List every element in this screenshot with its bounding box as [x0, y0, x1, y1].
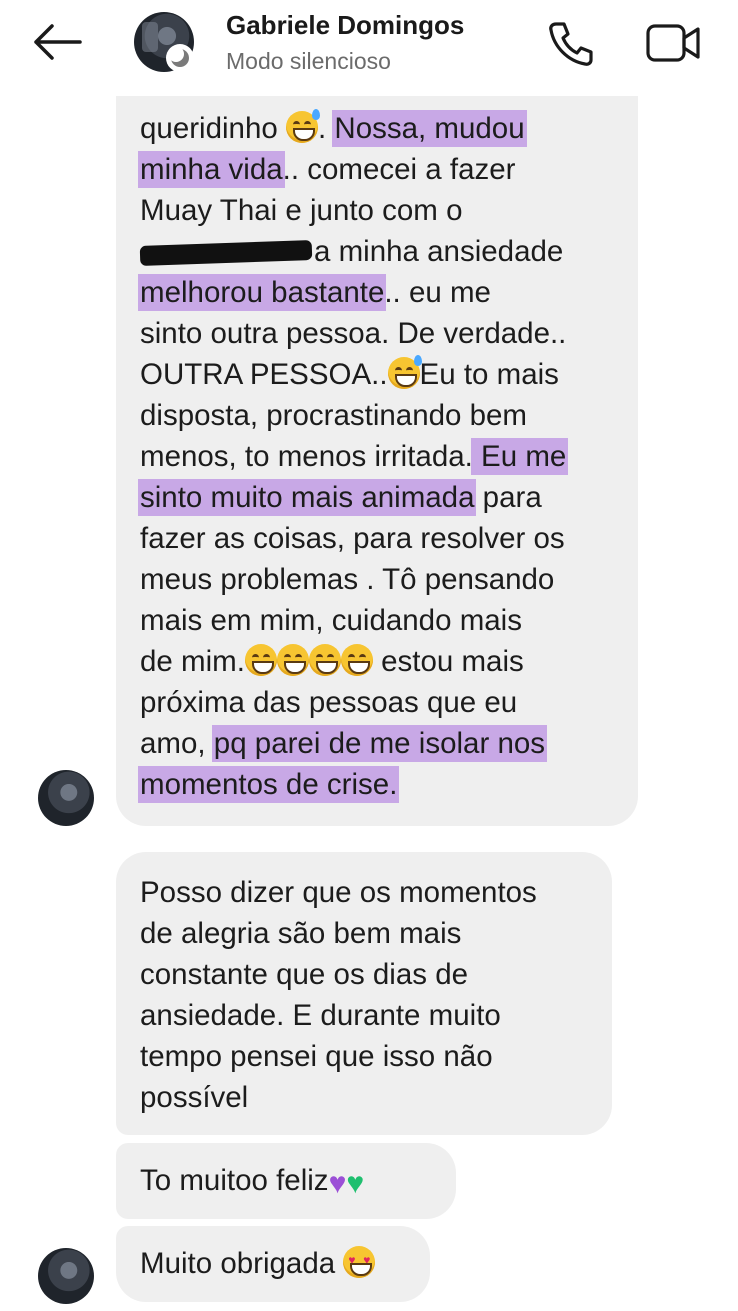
- message-text-segment: disposta, procrastinando bem: [140, 399, 528, 432]
- message-text: queridinho . Nossa, mudou minha vida.. co…: [139, 108, 630, 805]
- message-line: próxima das pessoas que eu: [140, 682, 630, 723]
- message-line: meus problemas . Tô pensando: [140, 559, 630, 600]
- message-text-segment: menos, to menos irritada.: [140, 440, 473, 473]
- grinning-sweat-emoji-icon: [387, 355, 422, 389]
- message-line: disposta, procrastinando bem: [140, 395, 630, 436]
- grin-emoji-icon: [340, 644, 373, 676]
- highlighted-text: sinto muito mais animada: [140, 481, 475, 514]
- message-text-segment: sinto outra pessoa. De verdade..: [140, 317, 567, 350]
- message-line: minha vida.. comecei a fazer: [140, 149, 630, 190]
- message-line: momentos de crise.: [140, 764, 630, 805]
- message-text-segment: OUTRA PESSOA..: [140, 358, 388, 391]
- message-text-segment: fazer as coisas, para resolver os: [140, 522, 565, 555]
- message-bubble[interactable]: To muitoo feliz♥♥: [116, 1143, 456, 1219]
- green-heart-icon: ♥: [346, 1167, 365, 1200]
- chat-header: Gabriele Domingos Modo silencioso: [0, 0, 738, 96]
- message-text-content: To muitoo feliz: [140, 1164, 329, 1197]
- message-line: sinto outra pessoa. De verdade..: [140, 313, 630, 354]
- message-text: Muito obrigada ♥ ♥: [140, 1243, 376, 1284]
- highlighted-text: melhorou bastante: [140, 276, 385, 309]
- message-text-segment: de mim.: [140, 645, 245, 678]
- message-line: queridinho . Nossa, mudou: [140, 108, 630, 149]
- message-text-segment: próxima das pessoas que eu: [140, 686, 518, 719]
- message-line: melhorou bastante.. eu me: [140, 272, 630, 313]
- message-bubble-long[interactable]: queridinho . Nossa, mudou minha vida.. co…: [116, 48, 638, 826]
- contact-avatar-small[interactable]: [38, 1248, 94, 1304]
- highlighted-text: minha vida: [140, 153, 283, 186]
- message-text-segment: a minha ansiedade: [314, 235, 564, 268]
- message-line: ansiedade. E durante muito: [140, 999, 501, 1032]
- message-line: tempo pensei que isso não: [140, 1040, 493, 1073]
- highlighted-text: pq parei de me isolar nos: [213, 727, 546, 760]
- grinning-sweat-emoji-icon: [285, 109, 320, 143]
- message-line: amo, pq parei de me isolar nos: [140, 723, 630, 764]
- message-text-segment: estou mais: [372, 645, 524, 678]
- message-line: possível: [140, 1081, 249, 1114]
- silent-mode-moon-icon: [166, 44, 194, 72]
- grin-emoji-icon: [244, 644, 277, 676]
- message-bubble[interactable]: Posso dizer que os momentos de alegria s…: [116, 852, 612, 1135]
- highlighted-text: momentos de crise.: [140, 768, 398, 801]
- contact-status: Modo silencioso: [226, 48, 391, 74]
- message-line: Muay Thai e junto com o: [140, 190, 630, 231]
- contact-name[interactable]: Gabriele Domingos: [226, 10, 464, 41]
- message-text-segment: amo,: [140, 727, 214, 760]
- purple-heart-icon: ♥: [328, 1167, 347, 1200]
- back-arrow-icon[interactable]: [30, 20, 86, 64]
- message-text-segment: Eu to mais: [419, 358, 559, 391]
- message-line: a minha ansiedade: [139, 231, 630, 272]
- heart-eyes-emoji-icon: ♥ ♥: [343, 1246, 376, 1278]
- message-line: sinto muito mais animada para: [140, 477, 630, 518]
- redaction-scribble: [139, 240, 313, 267]
- message-text-content: Muito obrigada: [140, 1247, 344, 1280]
- grin-emoji-icon: [308, 644, 341, 676]
- message-line: fazer as coisas, para resolver os: [140, 518, 630, 559]
- message-text-segment: para: [474, 481, 542, 514]
- message-text-segment: .: [317, 112, 335, 145]
- message-text-segment: Muay Thai e junto com o: [140, 194, 463, 227]
- message-line: constante que os dias de: [140, 958, 469, 991]
- message-text: Posso dizer que os momentos de alegria s…: [140, 872, 600, 1118]
- grin-emoji-icon: [276, 644, 309, 676]
- message-line: de alegria são bem mais: [140, 917, 462, 950]
- message-text-segment: .. comecei a fazer: [282, 153, 516, 186]
- message-text-segment: .. eu me: [384, 276, 491, 309]
- message-line: Posso dizer que os momentos: [140, 876, 537, 909]
- message-text-segment: mais em mim, cuidando mais: [140, 604, 522, 637]
- highlighted-text: Eu me: [472, 440, 567, 473]
- message-text-segment: queridinho: [140, 112, 286, 145]
- highlighted-text: Nossa, mudou: [334, 112, 525, 145]
- video-call-icon[interactable]: [644, 18, 704, 68]
- message-line: menos, to menos irritada. Eu me: [140, 436, 630, 477]
- message-line: mais em mim, cuidando mais: [140, 600, 630, 641]
- phone-call-icon[interactable]: [544, 18, 596, 68]
- message-text-segment: meus problemas . Tô pensando: [140, 563, 555, 596]
- contact-avatar-small[interactable]: [38, 770, 94, 826]
- message-bubble[interactable]: Muito obrigada ♥ ♥: [116, 1226, 430, 1302]
- message-line: de mim. estou mais: [140, 641, 630, 682]
- message-line: OUTRA PESSOA.. Eu to mais: [140, 354, 630, 395]
- message-text: To muitoo feliz♥♥: [140, 1160, 364, 1201]
